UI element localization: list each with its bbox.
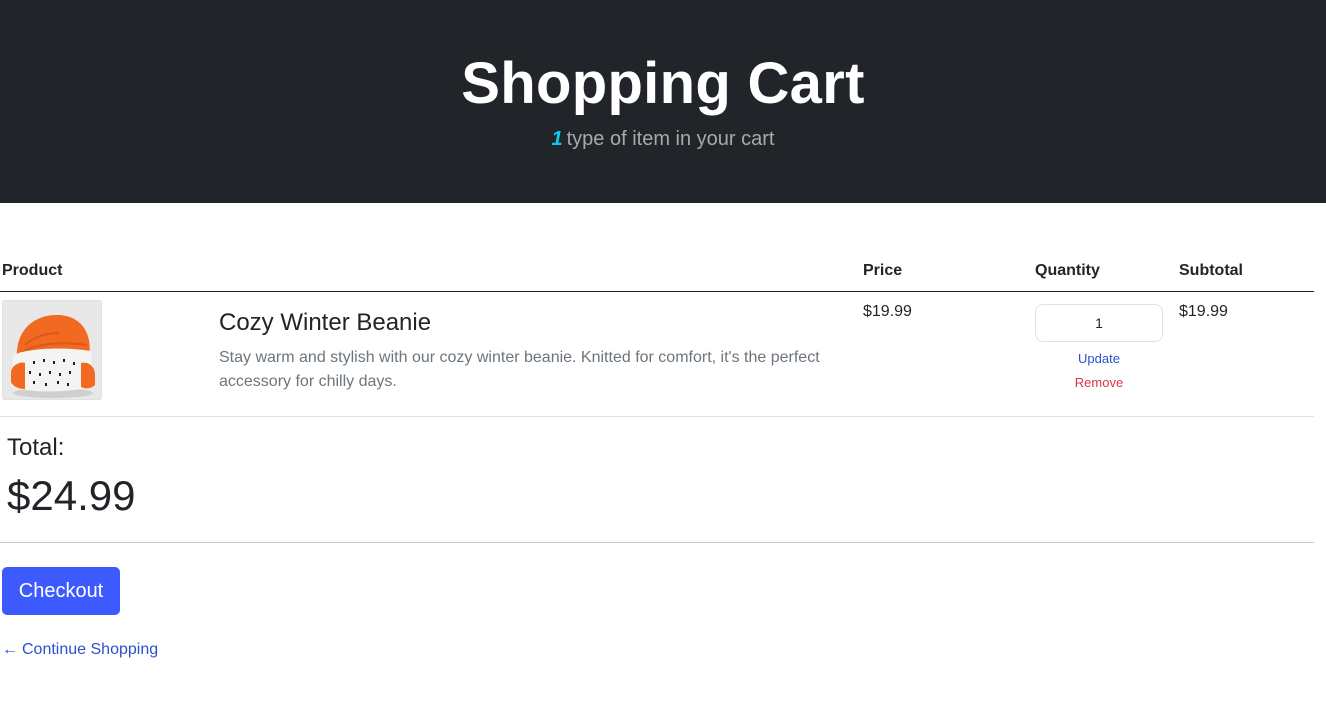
total-value: $24.99 bbox=[7, 472, 136, 519]
column-header-product: Product bbox=[2, 262, 63, 279]
arrow-left-icon: ← bbox=[2, 641, 18, 658]
product-subtotal: $19.99 bbox=[1179, 303, 1228, 320]
table-header-divider bbox=[0, 291, 1314, 292]
page-title: Shopping Cart bbox=[461, 51, 865, 116]
column-header-quantity: Quantity bbox=[1035, 262, 1100, 279]
product-price: $19.99 bbox=[863, 303, 912, 320]
update-button[interactable]: Update bbox=[1035, 351, 1163, 366]
product-name: Cozy Winter Beanie bbox=[219, 309, 432, 336]
product-description: Stay warm and stylish with our cozy wint… bbox=[219, 349, 820, 390]
item-count-caption: type of item in your cart bbox=[566, 128, 775, 150]
checkout-button[interactable]: Checkout bbox=[2, 567, 120, 615]
column-header-price: Price bbox=[863, 262, 903, 279]
continue-shopping-label: Continue Shopping bbox=[22, 641, 159, 658]
remove-button[interactable]: Remove bbox=[1035, 375, 1163, 390]
row-divider bbox=[0, 416, 1314, 417]
quantity-input[interactable] bbox=[1035, 304, 1163, 342]
continue-shopping-link[interactable]: ← Continue Shopping bbox=[2, 641, 158, 659]
product-image bbox=[2, 300, 102, 400]
total-label: Total: bbox=[7, 434, 65, 461]
page-header: Shopping Cart 1 type of item in your cart bbox=[0, 0, 1326, 203]
column-header-subtotal: Subtotal bbox=[1179, 262, 1243, 279]
beanie-image bbox=[3, 301, 101, 399]
item-count: 1 bbox=[551, 128, 563, 150]
total-divider bbox=[0, 542, 1314, 543]
cart-summary-text: 1 type of item in your cart bbox=[0, 128, 1326, 151]
